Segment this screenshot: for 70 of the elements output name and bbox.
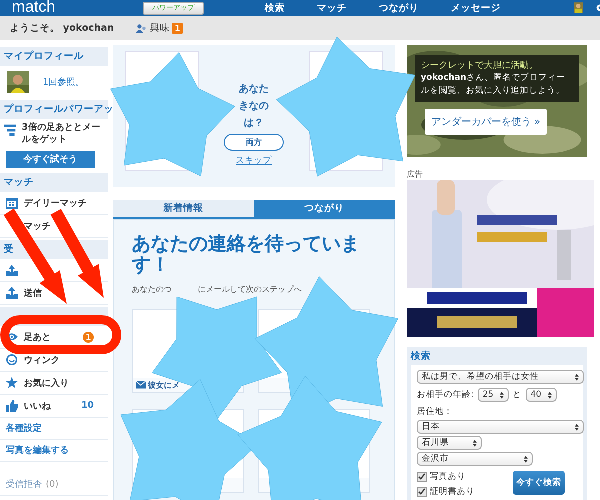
section-title: プロフィールパワーアッ <box>4 103 114 116</box>
dropdown[interactable]: 40 <box>526 388 557 402</box>
checkbox[interactable] <box>417 487 427 497</box>
section-title: 受 <box>4 243 14 256</box>
subtitle-text: にメールして次のステップへ <box>198 284 302 295</box>
separator-text: と <box>512 389 522 401</box>
nav-link[interactable]: メッセージ <box>451 2 501 14</box>
tab[interactable]: 新着情報 <box>113 200 254 217</box>
menu-item[interactable]: 送信 <box>24 286 42 300</box>
field-label: 居住地： <box>417 406 454 418</box>
section-title: マッチ <box>4 176 34 189</box>
view-count[interactable]: 1回参照。 <box>43 76 85 88</box>
logo[interactable]: match <box>12 0 143 16</box>
chevron-icon <box>575 424 579 430</box>
mail-icon <box>136 381 146 389</box>
menu-link[interactable]: 各種設定 <box>6 422 42 435</box>
panel-title: 検索 <box>411 350 431 362</box>
section-title: マイプロフィール <box>4 50 84 63</box>
dropdown[interactable]: 石川県 <box>417 436 482 450</box>
chevron-icon <box>524 456 528 462</box>
menu-item[interactable]: マッチ <box>24 220 51 232</box>
dropdown[interactable]: 私は男で、希望の相手は女性 <box>417 370 584 384</box>
menu-item[interactable]: お気に入り <box>24 376 69 390</box>
tab[interactable]: つながり <box>254 200 395 217</box>
welcome-text: ようこそ。 yokochan <box>10 22 114 34</box>
funnel-icon <box>4 124 17 136</box>
subtitle-text: あなたのつ <box>132 284 172 295</box>
skip-link[interactable]: スキップ <box>236 155 272 167</box>
count-badge: 1 <box>83 332 94 342</box>
ad-label: 広告 <box>407 169 424 180</box>
heading: あなたの連絡を待っています！ <box>132 234 361 276</box>
dropdown[interactable]: 金沢市 <box>417 452 533 466</box>
count-badge: 1 <box>172 22 184 34</box>
ad-text: yokochanさん、匿名でプロフィールを閲覧、お気に入り追加しよう。 <box>421 72 567 98</box>
menu-link[interactable]: 写真を編集する <box>6 444 69 457</box>
ad-title: シークレットで大胆に活動。 <box>421 60 539 72</box>
dropdown[interactable]: 日本 <box>417 420 584 434</box>
menu-item[interactable]: いいね <box>24 400 51 412</box>
smiley-icon <box>6 354 18 366</box>
chevron-icon <box>575 374 579 380</box>
checkbox-label: 写真あり <box>430 471 466 483</box>
checkbox[interactable] <box>417 472 427 482</box>
star-icon <box>6 377 18 389</box>
people-icon <box>136 24 148 32</box>
avatar-icon[interactable] <box>574 2 583 14</box>
chevron-icon <box>500 392 504 398</box>
count: (0) <box>46 480 59 490</box>
upload-icon <box>6 287 18 299</box>
menu-item[interactable]: 足あと <box>24 330 51 344</box>
count: 10 <box>81 401 94 411</box>
try-now-button[interactable]: 今すぐ試そう <box>6 151 95 168</box>
promo-text: 3倍の足あととメールをゲット <box>22 122 102 146</box>
nav-link[interactable]: マッチ <box>317 2 347 14</box>
menu-item[interactable]: ウィンク <box>24 354 60 366</box>
field-label: お相手の年齢: <box>417 389 474 401</box>
calendar-icon <box>6 197 18 209</box>
answer-button[interactable]: 両方 <box>224 134 284 151</box>
inbox-icon <box>6 264 18 276</box>
question-text: あなた きなの は？ <box>239 83 269 131</box>
nav-link[interactable]: つながり <box>379 2 419 14</box>
checkbox-label: 証明書あり <box>430 486 475 498</box>
undercover-button[interactable]: アンダーカバーを使う » <box>425 109 547 135</box>
dropdown[interactable]: 25 <box>478 388 509 402</box>
interest-link[interactable]: 興味 <box>150 22 170 34</box>
chevron-icon <box>548 392 552 398</box>
search-button[interactable]: 今すぐ検索 <box>513 471 565 495</box>
chevron-icon <box>473 440 477 446</box>
thumbs-up-icon <box>6 400 18 412</box>
nav-link[interactable]: 検索 <box>265 2 285 14</box>
menu-item[interactable]: デイリーマッチ <box>24 196 87 210</box>
